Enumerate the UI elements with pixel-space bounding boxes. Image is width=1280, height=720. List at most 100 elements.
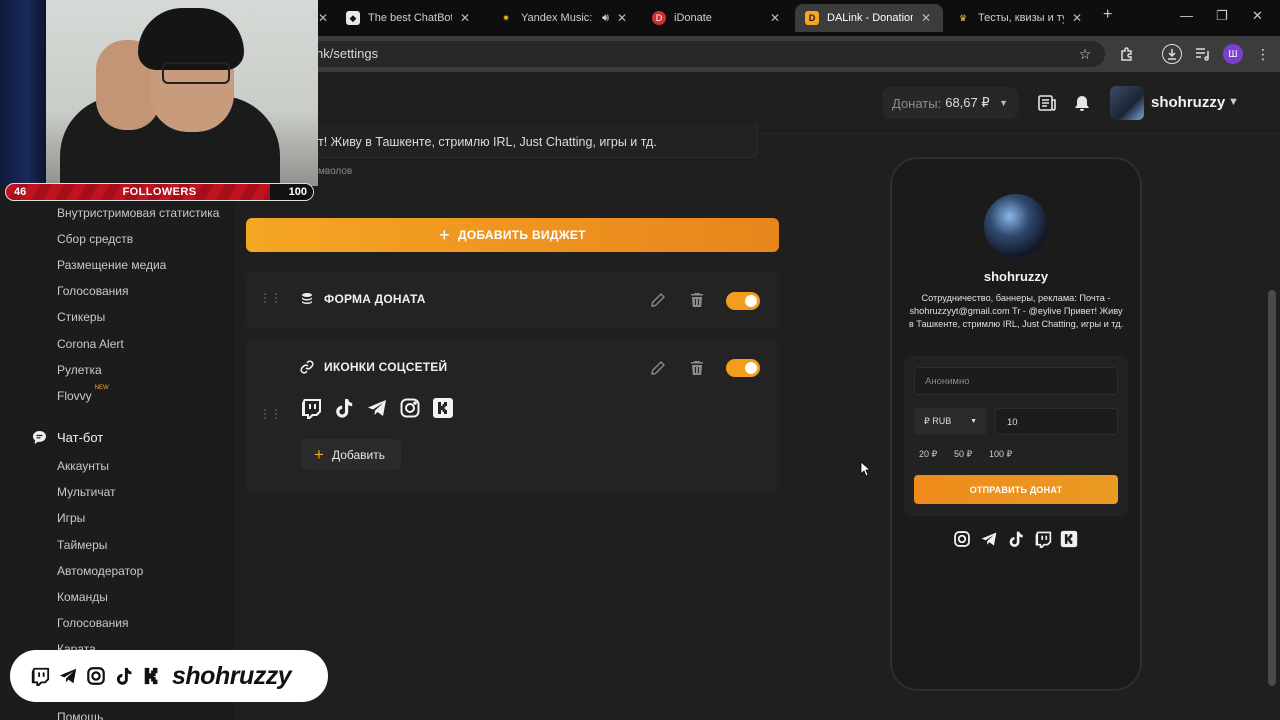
new-badge: NEW: [94, 385, 109, 391]
new-tab-icon[interactable]: +: [1103, 6, 1112, 24]
tab-dalink[interactable]: D DALink - DonationAl ✕: [795, 4, 943, 32]
widget-toggle-donation-form[interactable]: [726, 292, 760, 310]
close-icon[interactable]: ✕: [318, 11, 330, 25]
widget-title-social-icons: ИКОНКИ СОЦСЕТЕЙ: [300, 360, 447, 374]
followers-label: FOLLOWERS: [122, 186, 197, 198]
browser-menu-icon[interactable]: ⋮: [1253, 44, 1273, 64]
sidebar-item-flovvy[interactable]: FlovvyNEW: [57, 385, 109, 403]
sidebar-item-stats[interactable]: Внутристримовая статистика: [57, 206, 219, 220]
trash-icon[interactable]: [690, 360, 704, 376]
trash-icon[interactable]: [690, 292, 704, 308]
sidebar-item-stickers[interactable]: Стикеры: [57, 310, 105, 324]
chevron-down-icon[interactable]: ▼: [1228, 96, 1239, 108]
preview-currency-select[interactable]: ₽ RUB ▼: [914, 408, 987, 435]
sidebar-section-chatbot[interactable]: Чат-бот: [32, 430, 103, 445]
preview-send-donation-button[interactable]: ОТПРАВИТЬ ДОНАТ: [914, 475, 1118, 504]
widget-title-donation-form: ФОРМА ДОНАТА: [300, 292, 426, 306]
widget-title-label: ФОРМА ДОНАТА: [324, 292, 426, 306]
widget-toggle-social-icons[interactable]: [726, 359, 760, 377]
sidebar-item-roulette[interactable]: Рулетка: [57, 363, 102, 377]
kick-icon[interactable]: [432, 397, 454, 419]
tab-title: Тесты, квизы и турн: [978, 12, 1064, 24]
sidebar-item-commands[interactable]: Команды: [57, 590, 108, 604]
sidebar-item-corona-alert[interactable]: Corona Alert: [57, 337, 124, 351]
url-text[interactable]: nk/settings: [316, 46, 378, 61]
tiktok-icon[interactable]: [333, 397, 355, 419]
drag-handle-icon[interactable]: ⋮⋮: [259, 408, 282, 420]
add-social-button[interactable]: + Добавить: [301, 439, 401, 470]
close-icon[interactable]: ✕: [460, 11, 472, 25]
bookmark-star-icon[interactable]: ☆: [1075, 44, 1095, 64]
donations-dropdown[interactable]: Донаты: 68,67 ₽ ▼: [882, 87, 1018, 119]
kick-icon: [144, 667, 158, 685]
link-icon: [300, 360, 314, 374]
tab-title: The best ChatBot and: [368, 12, 452, 24]
extensions-icon[interactable]: [1117, 44, 1137, 64]
pencil-icon[interactable]: [650, 360, 666, 376]
window-close-icon[interactable]: ✕: [1252, 8, 1263, 24]
sidebar-item-timers[interactable]: Таймеры: [57, 538, 107, 552]
preview-bio: Сотрудничество, баннеры, реклама: Почта …: [908, 293, 1124, 329]
widget-title-label: ИКОНКИ СОЦСЕТЕЙ: [324, 360, 448, 374]
tiktok-icon[interactable]: [1007, 530, 1025, 548]
bell-icon[interactable]: [1069, 90, 1095, 116]
preview-avatar: [984, 194, 1048, 258]
instagram-icon[interactable]: [399, 397, 421, 419]
preview-preset-20[interactable]: 20 ₽: [919, 449, 937, 463]
tab-quizzes[interactable]: ♛ Тесты, квизы и турн ✕: [946, 4, 1094, 32]
minimize-icon[interactable]: —: [1180, 8, 1193, 23]
add-widget-label: ДОБАВИТЬ ВИДЖЕТ: [457, 228, 586, 242]
sidebar-item-multichat[interactable]: Мультичат: [57, 485, 116, 499]
close-icon[interactable]: ✕: [921, 11, 933, 25]
sidebar-item-accounts[interactable]: Аккаунты: [57, 459, 109, 473]
tab-chatbot[interactable]: ◆ The best ChatBot and ✕: [336, 4, 482, 32]
close-icon[interactable]: ✕: [617, 11, 629, 25]
followers-goal-remaining: 100: [270, 184, 313, 200]
preview-preset-100[interactable]: 100 ₽: [989, 449, 1012, 463]
kick-icon[interactable]: [1060, 530, 1078, 548]
add-widget-button[interactable]: + ДОБАВИТЬ ВИДЖЕТ: [246, 218, 779, 252]
tab-idonate[interactable]: D iDonate ✕: [642, 4, 792, 32]
sidebar-item-help[interactable]: Помощь: [57, 710, 103, 720]
sidebar-item-polls[interactable]: Голосования: [57, 284, 128, 298]
news-icon[interactable]: [1034, 90, 1060, 116]
avatar[interactable]: [1110, 86, 1144, 120]
add-social-label: Добавить: [331, 447, 385, 462]
screen: ✕ ◆ The best ChatBot and ✕ ✷ Yandex Musi…: [0, 0, 1280, 720]
close-icon[interactable]: ✕: [770, 11, 782, 25]
instagram-icon[interactable]: [953, 530, 971, 548]
pencil-icon[interactable]: [650, 292, 666, 308]
close-icon[interactable]: ✕: [1072, 11, 1084, 25]
plus-icon: +: [314, 445, 324, 464]
profile-avatar-icon[interactable]: Ш: [1223, 44, 1243, 64]
telegram-icon[interactable]: [366, 397, 388, 419]
media-queue-icon[interactable]: [1193, 44, 1213, 64]
instagram-icon: [87, 667, 105, 685]
twitch-icon[interactable]: [1034, 530, 1052, 548]
preview-name-field[interactable]: Анонимно: [914, 367, 1118, 395]
sidebar-item-media[interactable]: Размещение медиа: [57, 258, 166, 272]
drag-handle-icon[interactable]: ⋮⋮: [259, 292, 282, 304]
download-icon[interactable]: [1162, 44, 1182, 64]
preview-preset-50[interactable]: 50 ₽: [954, 449, 972, 463]
preview-amount-field[interactable]: 10: [995, 408, 1118, 435]
url-field[interactable]: [290, 41, 1105, 67]
speaker-icon[interactable]: 🔊︎: [602, 12, 609, 25]
chat-bubble-icon: [33, 431, 46, 444]
maximize-icon[interactable]: ❐: [1216, 8, 1228, 24]
sidebar-item-fundraising[interactable]: Сбор средств: [57, 232, 133, 246]
tab-yandex-music[interactable]: ✷ Yandex Music: Se 🔊︎ ✕: [489, 4, 639, 32]
sidebar-item-games[interactable]: Игры: [57, 511, 85, 525]
twitch-icon[interactable]: [300, 397, 322, 419]
username[interactable]: shohruzzy: [1151, 94, 1225, 111]
sidebar: Внутристримовая статистика Сбор средств …: [0, 134, 234, 720]
sidebar-item-automod[interactable]: Автомодератор: [57, 564, 143, 578]
chevron-down-icon: ▼: [999, 98, 1008, 108]
sidebar-item-polls-bot[interactable]: Голосования: [57, 616, 128, 630]
tab-close-partial[interactable]: ✕: [318, 4, 332, 32]
telegram-icon[interactable]: [980, 530, 998, 548]
twitch-icon: [31, 667, 50, 686]
followers-current: 46: [14, 186, 27, 198]
page-scrollbar[interactable]: [1268, 290, 1276, 686]
streamer-name: shohruzzy: [172, 661, 292, 690]
